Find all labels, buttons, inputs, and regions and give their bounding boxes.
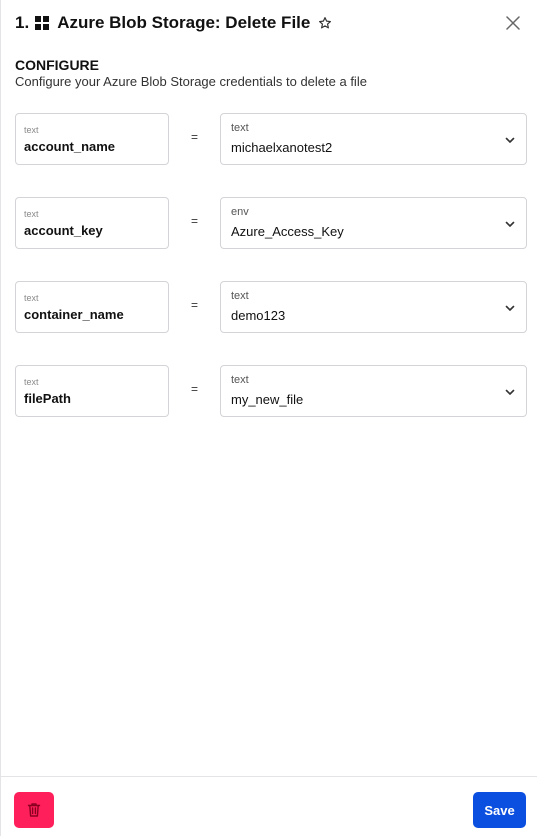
panel-title: Azure Blob Storage: Delete File [57, 13, 311, 32]
chevron-down-icon [505, 221, 515, 227]
param-key-name: account_key [24, 223, 103, 238]
step-number: 1. [15, 13, 30, 32]
param-key-name: container_name [24, 307, 124, 322]
equals-sign: = [191, 130, 199, 144]
param-row: text account_key = env Azure_Access_Key [15, 197, 527, 249]
param-value-select[interactable]: text demo123 [220, 281, 527, 333]
equals-sign: = [191, 382, 199, 396]
equals-sign: = [191, 214, 199, 228]
chevron-down-icon [505, 389, 515, 395]
close-button[interactable] [501, 11, 525, 35]
save-button[interactable]: Save [473, 792, 526, 828]
close-icon [506, 16, 520, 30]
param-value-type: text [231, 374, 249, 386]
section-title: CONFIGURE [15, 57, 99, 73]
param-key-type: text [24, 377, 39, 387]
param-value: demo123 [231, 308, 286, 323]
param-value-select[interactable]: text my_new_file [220, 365, 527, 417]
trash-icon [27, 803, 41, 817]
param-key-name: account_name [24, 139, 116, 154]
param-value-select[interactable]: text michaelxanotest2 [220, 113, 527, 165]
chevron-down-icon [505, 137, 515, 143]
star-icon[interactable] [318, 16, 332, 30]
param-row: text account_name = text michaelxanotest… [15, 113, 527, 165]
param-key-type: text [24, 125, 39, 135]
param-key-name: filePath [24, 391, 71, 406]
function-config-panel: 1. Azure Blob Storage: Delete File CONFI… [0, 0, 537, 836]
param-row: text container_name = text demo123 [15, 281, 527, 333]
equals-sign: = [191, 298, 199, 312]
param-value-type: env [231, 206, 249, 218]
param-key-field[interactable]: text filePath [15, 365, 169, 417]
param-key-field[interactable]: text container_name [15, 281, 169, 333]
windows-grid-icon [35, 16, 50, 30]
param-value-type: text [231, 290, 249, 302]
param-key-type: text [24, 293, 39, 303]
param-value-select[interactable]: env Azure_Access_Key [220, 197, 527, 249]
param-key-field[interactable]: text account_name [15, 113, 169, 165]
delete-button[interactable] [14, 792, 54, 828]
section-description: Configure your Azure Blob Storage creden… [15, 74, 367, 89]
param-key-field[interactable]: text account_key [15, 197, 169, 249]
panel-header: 1. Azure Blob Storage: Delete File [15, 11, 525, 35]
param-value: michaelxanotest2 [231, 140, 333, 155]
param-value-type: text [231, 122, 249, 134]
chevron-down-icon [505, 305, 515, 311]
param-key-type: text [24, 209, 39, 219]
param-value: Azure_Access_Key [231, 224, 344, 239]
param-value: my_new_file [231, 392, 304, 407]
panel-footer: Save [1, 776, 537, 836]
param-row: text filePath = text my_new_file [15, 365, 527, 417]
